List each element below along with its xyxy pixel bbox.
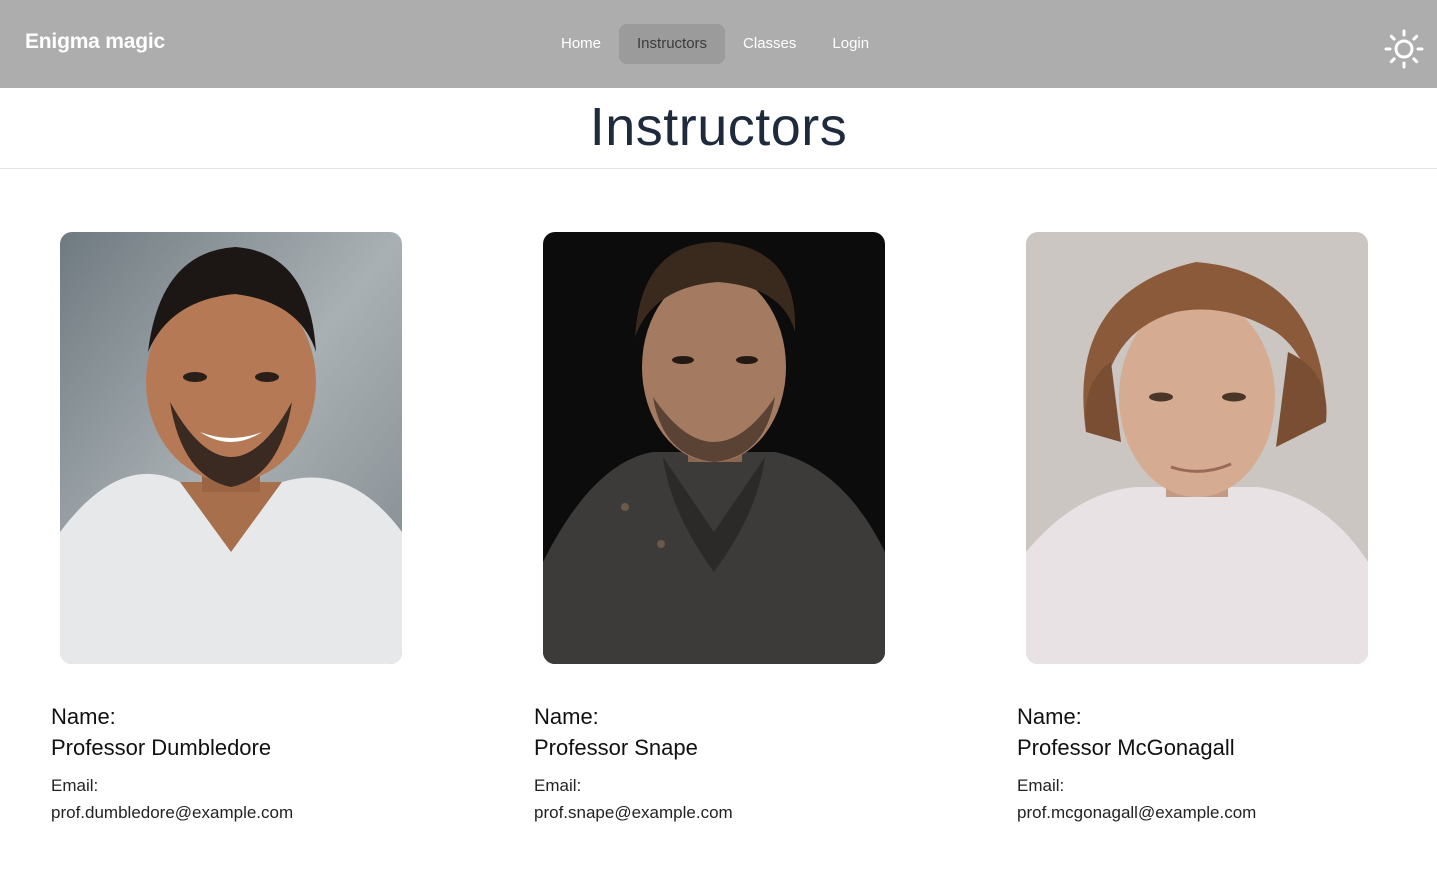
instructor-email: prof.dumbledore@example.com <box>51 803 294 822</box>
instructor-card: Name: Professor McGonagall Email: prof.m… <box>1017 232 1377 822</box>
nav-link-home[interactable]: Home <box>543 24 619 64</box>
instructor-card: Name: Professor Dumbledore Email: prof.d… <box>51 232 411 822</box>
title-divider <box>0 168 1437 169</box>
name-label: Name: <box>1017 704 1082 729</box>
email-label: Email: <box>1017 776 1065 795</box>
nav-link-classes[interactable]: Classes <box>725 24 814 64</box>
instructor-card: Name: Professor Snape Email: prof.snape@… <box>534 232 894 822</box>
nav-links: Home Instructors Classes Login <box>543 24 887 64</box>
instructor-photo <box>543 232 885 664</box>
brand-logo-text[interactable]: Enigma magic <box>25 30 165 54</box>
instructor-name: Professor McGonagall <box>1017 735 1235 760</box>
instructor-photo <box>60 232 402 664</box>
instructor-email: prof.snape@example.com <box>534 803 733 822</box>
email-label: Email: <box>51 776 99 795</box>
page-title: Instructors <box>589 97 848 157</box>
nav-link-instructors[interactable]: Instructors <box>619 24 726 64</box>
instructor-photo <box>1026 232 1368 664</box>
name-label: Name: <box>51 704 116 729</box>
name-label: Name: <box>534 704 599 729</box>
top-navbar: Enigma magic Home Instructors Classes Lo… <box>0 0 1437 88</box>
instructor-name: Professor Snape <box>534 735 698 760</box>
instructor-email: prof.mcgonagall@example.com <box>1017 803 1257 822</box>
nav-link-login[interactable]: Login <box>814 24 887 64</box>
instructor-name: Professor Dumbledore <box>51 735 272 760</box>
sun-icon[interactable] <box>1384 29 1424 69</box>
email-label: Email: <box>534 776 582 795</box>
